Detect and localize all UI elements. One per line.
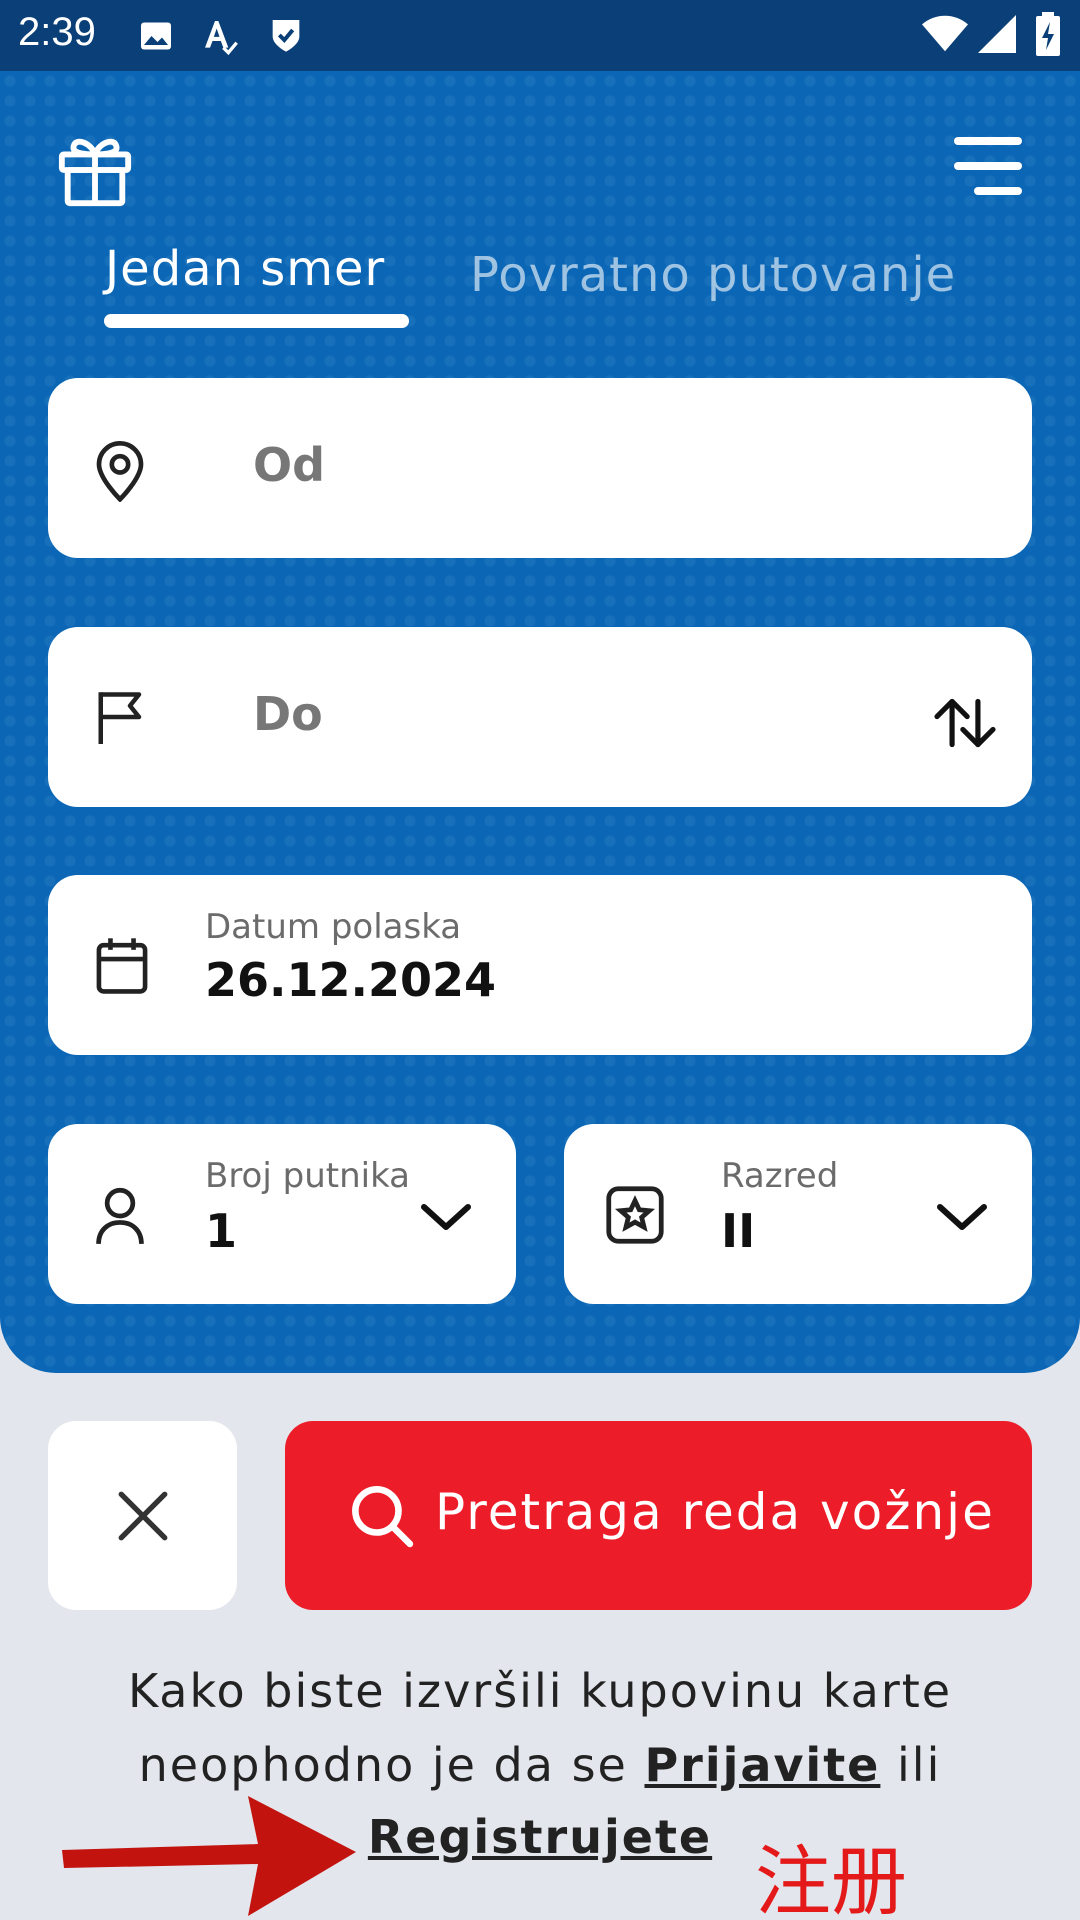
chevron-down-icon [937, 1204, 987, 1230]
class-field[interactable]: Razred II [564, 1124, 1032, 1304]
search-button-label: Pretraga reda vožnje [435, 1483, 995, 1541]
date-field[interactable]: Datum polaska 26.12.2024 [48, 875, 1032, 1055]
info-line-2: neophodno je da se Prijavite ili [60, 1738, 1020, 1792]
battery-icon [1036, 12, 1060, 56]
search-panel: Jedan smer Povratno putovanje Od Do Datu… [0, 71, 1080, 1373]
info-line-2-suffix: ili [897, 1738, 942, 1792]
info-line-1: Kako biste izvršili kupovinu karte [127, 1664, 953, 1718]
active-tab-indicator [104, 314, 409, 328]
from-placeholder: Od [253, 438, 326, 492]
star-ticket-icon [606, 1186, 664, 1244]
chevron-down-icon [421, 1204, 471, 1230]
class-label: Razred [721, 1156, 839, 1196]
to-placeholder: Do [253, 687, 323, 741]
text-icon [205, 21, 238, 56]
flag-icon [98, 692, 142, 744]
status-bar: 2:39 [0, 0, 1080, 71]
status-time: 2:39 [18, 10, 96, 54]
annotation-text: 注册 [755, 1837, 907, 1920]
menu-icon[interactable] [950, 133, 1026, 199]
search-timetable-button[interactable]: Pretraga reda vožnje [285, 1421, 1032, 1610]
location-pin-icon [96, 441, 144, 502]
wifi-icon [922, 15, 968, 52]
register-link[interactable]: Registrujete [368, 1810, 712, 1864]
login-link[interactable]: Prijavite [644, 1738, 880, 1792]
app-root: 2:39 Jedan smer Povratno putovanje Od Do… [0, 0, 1080, 1920]
signal-icon [978, 15, 1016, 53]
class-value: II [721, 1204, 756, 1258]
date-value: 26.12.2024 [205, 953, 497, 1007]
tab-round-trip[interactable]: Povratno putovanje [470, 247, 956, 303]
tab-one-way[interactable]: Jedan smer [105, 241, 385, 297]
passengers-label: Broj putnika [205, 1156, 410, 1196]
info-line-2-text: neophodno je da se [138, 1738, 628, 1792]
date-label: Datum polaska [205, 907, 462, 947]
gallery-icon [141, 22, 171, 50]
from-field[interactable]: Od [48, 378, 1032, 558]
passengers-field[interactable]: Broj putnika 1 [48, 1124, 516, 1304]
search-icon [352, 1486, 414, 1548]
shield-check-icon [272, 20, 300, 52]
swap-icon[interactable] [932, 695, 998, 751]
passengers-value: 1 [205, 1204, 238, 1258]
clear-button[interactable] [48, 1421, 237, 1610]
person-icon [96, 1187, 144, 1245]
to-field[interactable]: Do [48, 627, 1032, 807]
annotation-arrow [62, 1796, 356, 1916]
calendar-icon [96, 938, 148, 994]
gift-icon[interactable] [56, 131, 134, 209]
close-icon [118, 1491, 168, 1541]
